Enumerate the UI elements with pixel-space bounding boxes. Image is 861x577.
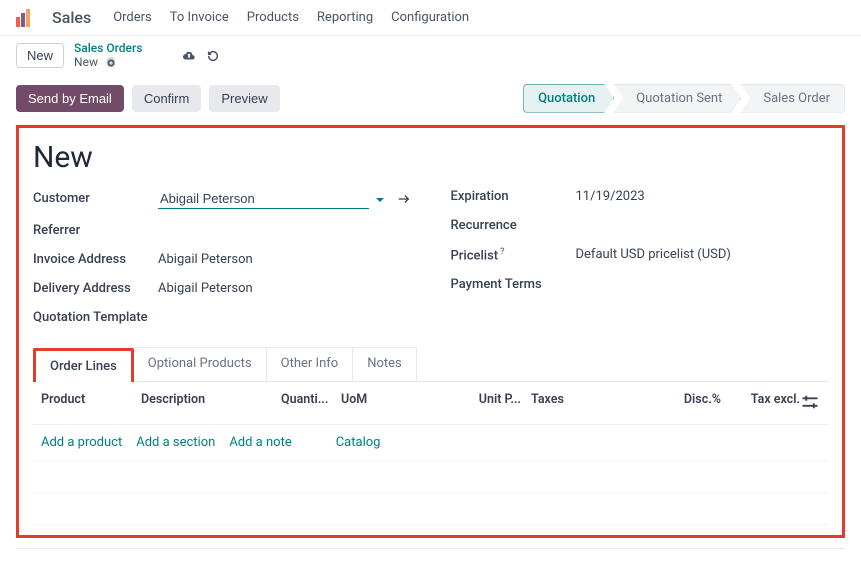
col-taxes[interactable]: Taxes: [521, 392, 641, 416]
stage-sales-order[interactable]: Sales Order: [740, 84, 845, 113]
nav-products[interactable]: Products: [247, 10, 299, 25]
top-navbar: Sales Orders To Invoice Products Reporti…: [0, 0, 861, 36]
table-header: Product Description Quanti... UoM Unit P…: [33, 382, 828, 425]
breadcrumb-current: New: [74, 56, 98, 70]
send-email-button[interactable]: Send by Email: [16, 85, 124, 112]
payment-terms-label: Payment Terms: [451, 277, 576, 292]
columns-settings-icon[interactable]: [800, 401, 820, 416]
tab-order-lines[interactable]: Order Lines: [33, 348, 134, 382]
discard-icon[interactable]: [206, 49, 220, 63]
customer-label: Customer: [33, 191, 158, 206]
referrer-label: Referrer: [33, 223, 158, 238]
invoice-address-value[interactable]: Abigail Peterson: [158, 252, 411, 267]
quotation-template-label: Quotation Template: [33, 310, 178, 325]
add-section-link[interactable]: Add a section: [136, 435, 215, 450]
recurrence-label: Recurrence: [451, 218, 576, 233]
table-row: [33, 461, 828, 493]
tab-notes[interactable]: Notes: [352, 347, 417, 381]
action-bar: Send by Email Confirm Preview Quotation …: [0, 76, 861, 121]
add-product-link[interactable]: Add a product: [41, 435, 122, 450]
pricelist-label: Pricelist?: [451, 247, 576, 263]
table-row: Add a product Add a section Add a note C…: [33, 425, 828, 461]
customer-input[interactable]: [158, 189, 369, 209]
help-icon[interactable]: ?: [500, 247, 504, 257]
order-lines-table: Product Description Quanti... UoM Unit P…: [33, 382, 828, 525]
record-title: New: [33, 140, 828, 175]
tab-optional-products[interactable]: Optional Products: [133, 347, 267, 381]
new-button[interactable]: New: [16, 43, 64, 68]
delivery-address-value[interactable]: Abigail Peterson: [158, 281, 411, 296]
catalog-link[interactable]: Catalog: [336, 435, 381, 450]
breadcrumb: Sales Orders New: [74, 42, 142, 70]
gear-icon[interactable]: [104, 56, 118, 70]
pricelist-value[interactable]: Default USD pricelist (USD): [576, 247, 829, 262]
notebook-tabs: Order Lines Optional Products Other Info…: [33, 347, 828, 382]
delivery-address-label: Delivery Address: [33, 281, 158, 296]
divider: [16, 548, 845, 549]
open-record-icon[interactable]: [397, 192, 411, 206]
col-discount[interactable]: Disc.%: [641, 392, 721, 416]
status-pipeline: Quotation Quotation Sent Sales Order: [524, 84, 845, 113]
col-description[interactable]: Description: [141, 392, 281, 416]
cloud-save-icon[interactable]: [182, 49, 196, 63]
col-tools[interactable]: [800, 392, 820, 416]
tab-other-info[interactable]: Other Info: [266, 347, 354, 381]
chevron-down-icon[interactable]: [375, 194, 385, 204]
add-note-link[interactable]: Add a note: [229, 435, 291, 450]
col-uom[interactable]: UoM: [341, 392, 451, 416]
form-sheet: New Customer Referrer: [16, 125, 845, 538]
nav-configuration[interactable]: Configuration: [391, 10, 469, 25]
stage-quotation-sent[interactable]: Quotation Sent: [613, 84, 741, 113]
breadcrumb-root[interactable]: Sales Orders: [74, 42, 142, 56]
stage-quotation[interactable]: Quotation: [523, 84, 614, 113]
app-name[interactable]: Sales: [52, 8, 91, 27]
nav-reporting[interactable]: Reporting: [317, 10, 373, 25]
nav-to-invoice[interactable]: To Invoice: [170, 10, 229, 25]
col-unit-price[interactable]: Unit P...: [451, 392, 521, 416]
invoice-address-label: Invoice Address: [33, 252, 158, 267]
preview-button[interactable]: Preview: [209, 85, 279, 112]
nav-orders[interactable]: Orders: [113, 10, 152, 25]
expiration-value[interactable]: 11/19/2023: [576, 189, 829, 204]
confirm-button[interactable]: Confirm: [132, 85, 202, 112]
table-row: [33, 493, 828, 525]
app-logo-icon: [16, 9, 34, 27]
expiration-label: Expiration: [451, 189, 576, 204]
col-product[interactable]: Product: [41, 392, 141, 416]
control-bar: New Sales Orders New: [0, 36, 861, 76]
col-tax-excl[interactable]: Tax excl.: [721, 392, 800, 416]
col-quantity[interactable]: Quanti...: [281, 392, 341, 416]
